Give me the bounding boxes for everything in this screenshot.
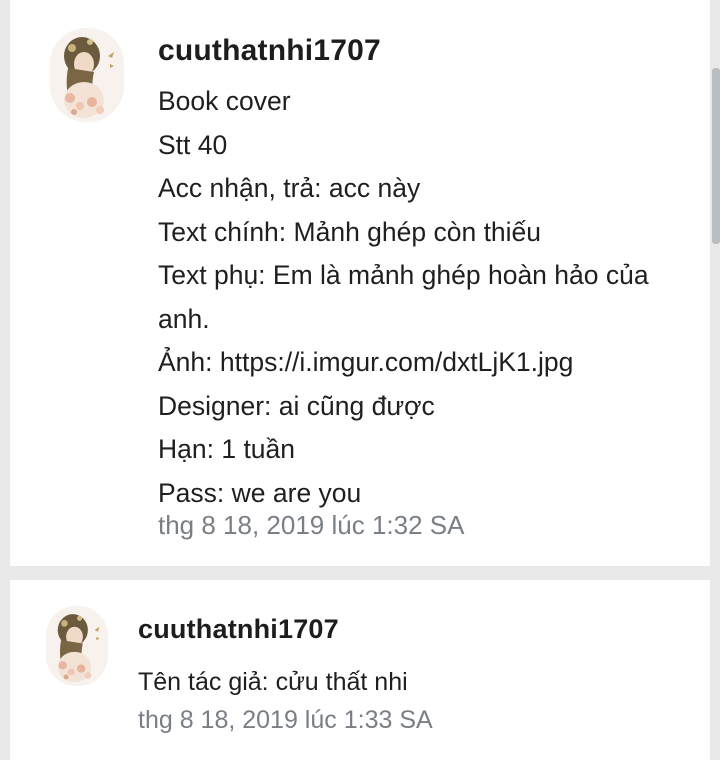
- comment-line: Pass: we are you: [158, 477, 362, 508]
- comment-username[interactable]: cuuthatnhi1707: [158, 34, 381, 68]
- avatar-illustration: [50, 28, 124, 122]
- comment-line: Book cover: [158, 86, 291, 116]
- comment-link-line[interactable]: Ảnh: https://i.imgur.com/dxtLjK1.jpg: [158, 341, 688, 385]
- comment-line: Text phụ: Em là mảnh ghép hoàn hảo của a…: [158, 260, 649, 334]
- comment-line: Acc nhận, trả: acc này: [158, 173, 421, 203]
- scrollbar-thumb[interactable]: [712, 68, 720, 244]
- comment-username[interactable]: cuuthatnhi1707: [138, 614, 339, 645]
- avatar-illustration: [46, 606, 108, 686]
- comment-line: Text chính: Mảnh ghép còn thiếu: [158, 216, 542, 247]
- comment-body: Book cover Stt 40 Acc nhận, trả: acc này…: [158, 80, 688, 515]
- comment-line: Stt 40: [158, 129, 228, 160]
- comment-timestamp[interactable]: thg 8 18, 2019 lúc 1:33 SA: [138, 706, 433, 735]
- comment-line: Tên tác giả: cửu thất nhi: [138, 668, 408, 696]
- comment-line: Hạn: 1 tuần: [158, 434, 296, 464]
- avatar-girl-floral-icon[interactable]: [50, 28, 124, 122]
- avatar-girl-floral-icon[interactable]: [46, 606, 108, 686]
- comment-timestamp[interactable]: thg 8 18, 2019 lúc 1:32 SA: [158, 510, 464, 541]
- comment-line: Designer: ai cũng được: [158, 390, 435, 421]
